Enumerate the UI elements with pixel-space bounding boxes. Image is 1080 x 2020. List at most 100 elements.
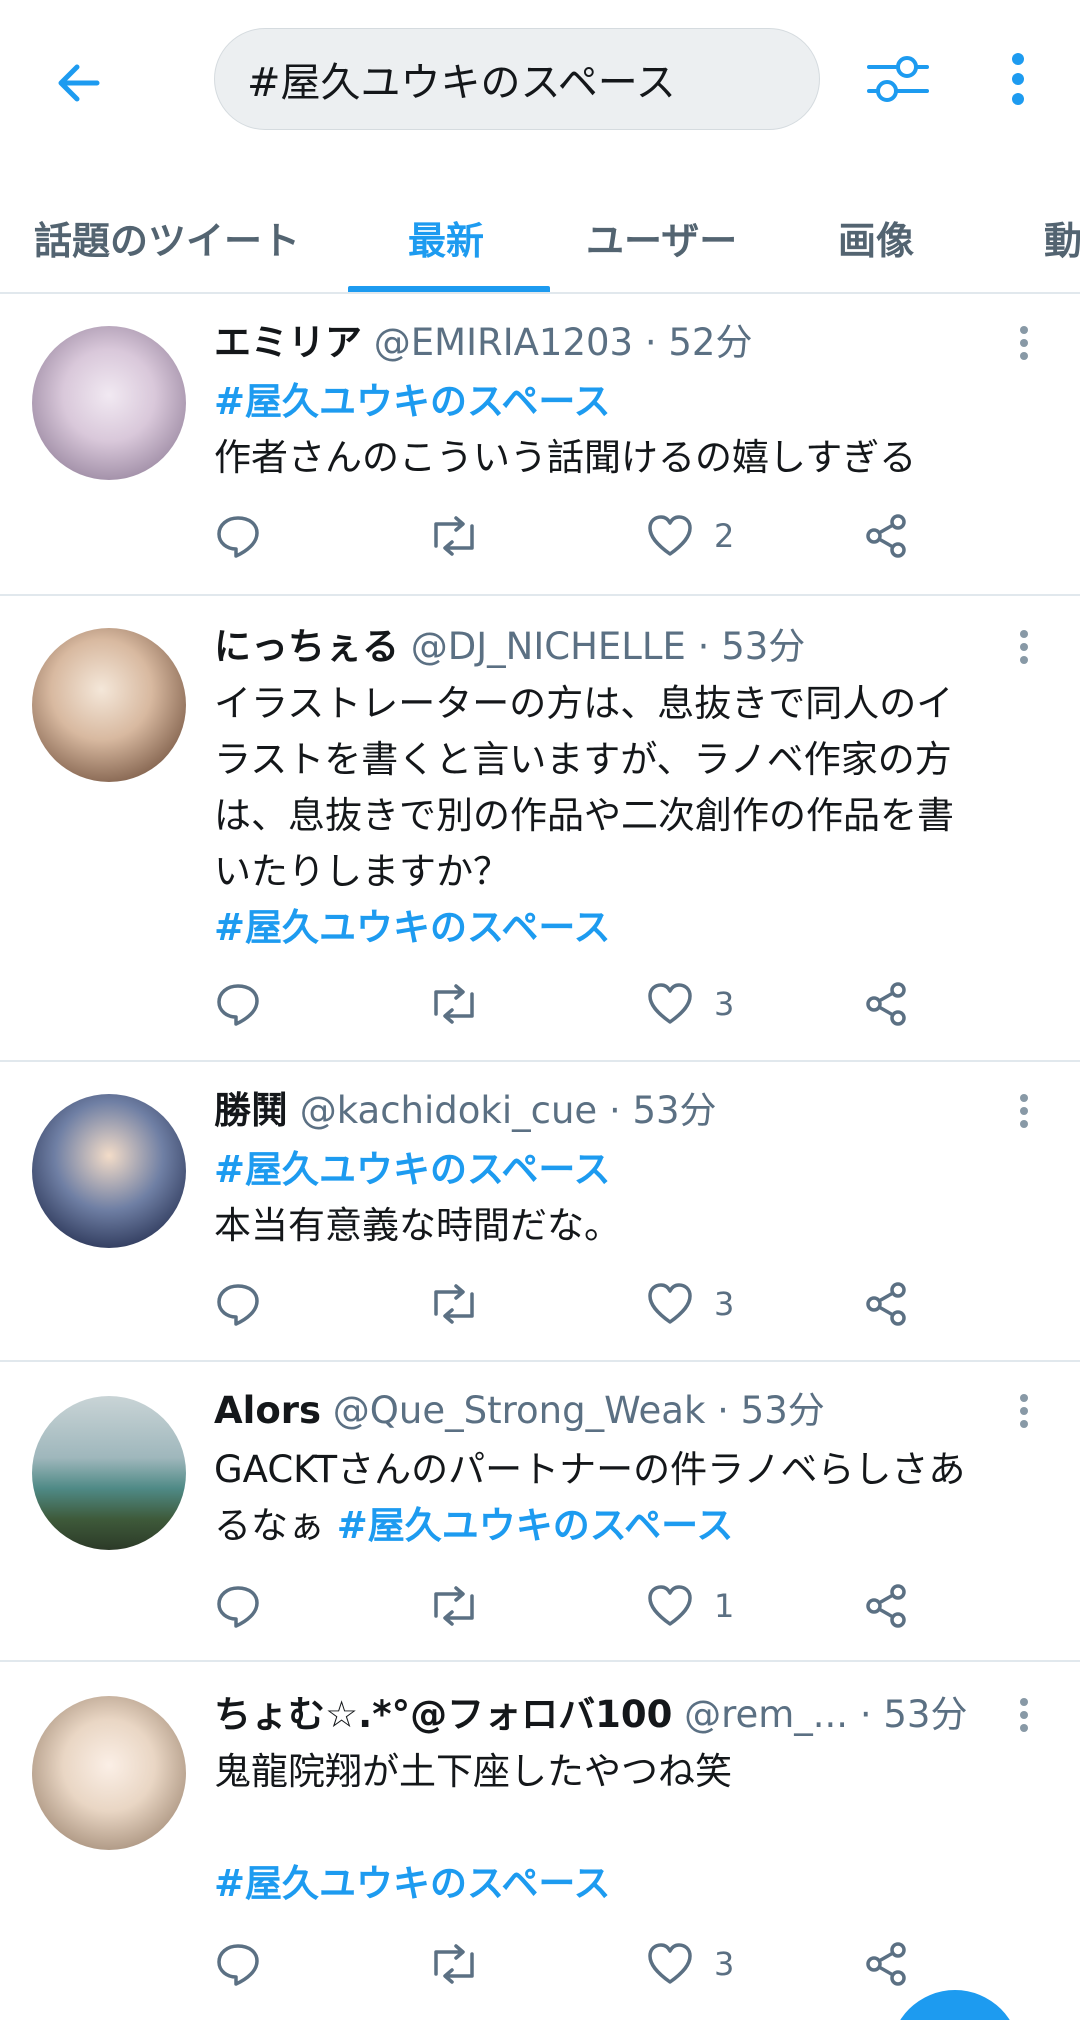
tab-videos[interactable]: 動 [1044,180,1080,292]
reply-button[interactable] [214,974,262,1034]
reply-icon [217,1586,259,1628]
like-button[interactable]: 3 [646,1934,734,1994]
hashtag-link[interactable]: #屋久ユウキのスペース [214,906,611,949]
display-name[interactable]: Alors [214,1389,321,1432]
user-handle[interactable]: @EMIRIA1203 [374,321,633,364]
share-icon [866,1282,906,1326]
tweet-line [214,1800,1034,1856]
reply-button[interactable] [214,1274,262,1334]
share-icon [866,1942,906,1986]
display-name[interactable]: 勝鬨 [214,1089,288,1132]
display-name[interactable]: にっちぇる [214,625,399,668]
tweet-actions: 3 [214,1274,1034,1334]
like-count: 3 [714,1285,735,1323]
like-button[interactable]: 1 [646,1576,734,1636]
tweet-time: · 53分 [697,625,806,668]
retweet-button[interactable] [426,506,482,566]
tweet-line: るなぁ [214,1504,325,1547]
like-count: 3 [714,985,735,1023]
search-query: #屋久ユウキのスペース [247,60,676,106]
tweet[interactable]: ちょむ☆.*°@フォロバ100 @rem_... · 53分 鬼龍院翔が土下座し… [0,1662,1080,2020]
tweet-text: #屋久ユウキのスペース 本当有意義な時間だな。 [214,1142,1034,1254]
more-options-button[interactable] [990,46,1046,112]
reply-button[interactable] [214,1934,262,1994]
search-tabs: 話題のツイート 最新 ユーザー 画像 動 [0,180,1080,294]
tweet-header: にっちぇる @DJ_NICHELLE · 53分 [214,622,805,672]
tweet-actions: 3 [214,974,1034,1034]
tweet-line: は、息抜きで別の作品や二次創作の作品を書 [214,794,954,837]
hashtag-link[interactable]: #屋久ユウキのスペース [214,1862,611,1905]
avatar[interactable] [32,1094,186,1248]
tweet[interactable]: にっちぇる @DJ_NICHELLE · 53分 イラストレーターの方は、息抜き… [0,596,1080,1062]
tab-top-tweets[interactable]: 話題のツイート [34,180,300,292]
tweet[interactable]: エミリア @EMIRIA1203 · 52分 #屋久ユウキのスペース 作者さんの… [0,296,1080,596]
back-button[interactable] [44,48,114,118]
like-button[interactable]: 3 [646,1274,734,1334]
display-name[interactable]: ちょむ☆.*°@フォロバ100 [214,1693,672,1736]
like-button[interactable]: 2 [646,506,734,566]
reply-icon [217,1944,259,1986]
display-name[interactable]: エミリア [214,321,362,364]
hashtag-link[interactable]: #屋久ユウキのスペース [214,380,611,423]
back-arrow-icon [58,64,100,102]
vertical-dots-icon [1020,1698,1028,1732]
retweet-icon [434,1586,474,1626]
user-handle[interactable]: @rem_... [684,1693,848,1736]
tweet-header: 勝鬨 @kachidoki_cue · 53分 [214,1086,717,1136]
reply-button[interactable] [214,1576,262,1636]
hashtag-link[interactable]: #屋久ユウキのスペース [337,1504,734,1547]
tweet-actions: 3 [214,1934,1034,1994]
share-icon [866,514,906,558]
vertical-dots-icon [1020,1394,1028,1428]
share-button[interactable] [862,506,910,566]
like-count: 2 [714,517,735,555]
tweet-menu-button[interactable] [1010,1086,1038,1136]
retweet-icon [434,516,474,556]
share-button[interactable] [862,1576,910,1636]
user-handle[interactable]: @DJ_NICHELLE [411,625,686,668]
retweet-button[interactable] [426,1576,482,1636]
reply-button[interactable] [214,506,262,566]
tab-users[interactable]: ユーザー [586,180,737,292]
tweet-line: 本当有意義な時間だな。 [214,1204,621,1247]
share-button[interactable] [862,1274,910,1334]
share-button[interactable] [862,1934,910,1994]
tab-images[interactable]: 画像 [838,180,914,292]
avatar[interactable] [32,326,186,480]
vertical-dots-icon [1020,630,1028,664]
user-handle[interactable]: @kachidoki_cue [300,1089,597,1132]
retweet-icon [434,1284,474,1324]
retweet-icon [434,1944,474,1984]
like-count: 3 [714,1945,735,1983]
tweet-menu-button[interactable] [1010,1386,1038,1436]
tweet-menu-button[interactable] [1010,1690,1038,1740]
tweet-time: · 53分 [608,1089,717,1132]
retweet-button[interactable] [426,1274,482,1334]
like-button[interactable]: 3 [646,974,734,1034]
tweet-line: イラストレーターの方は、息抜きで同人のイ [214,682,954,725]
tab-latest[interactable]: 最新 [408,180,484,292]
search-input[interactable]: #屋久ユウキのスペース [214,28,820,130]
tweet-text: #屋久ユウキのスペース 作者さんのこういう話聞けるの嬉しすぎる [214,374,1034,486]
hashtag-link[interactable]: #屋久ユウキのスペース [214,1148,611,1191]
tweet[interactable]: 勝鬨 @kachidoki_cue · 53分 #屋久ユウキのスペース 本当有意… [0,1062,1080,1362]
avatar[interactable] [32,1696,186,1850]
search-filter-button[interactable] [860,46,936,112]
heart-icon [648,1283,692,1324]
tweet-header: ちょむ☆.*°@フォロバ100 @rem_... · 53分 [214,1690,967,1740]
vertical-dots-icon [1020,1094,1028,1128]
user-handle[interactable]: @Que_Strong_Weak [333,1389,706,1432]
retweet-button[interactable] [426,1934,482,1994]
tweet-menu-button[interactable] [1010,318,1038,368]
tweet-text: 鬼龍院翔が土下座したやつね笑 #屋久ユウキのスペース [214,1744,1034,1912]
sliders-icon [867,56,929,102]
share-button[interactable] [862,974,910,1034]
vertical-dots-icon [1012,53,1024,105]
avatar[interactable] [32,1396,186,1550]
tweet-menu-button[interactable] [1010,622,1038,672]
retweet-button[interactable] [426,974,482,1034]
heart-icon [648,983,692,1024]
tweet-line: いたりしますか？ [214,850,510,893]
tweet[interactable]: Alors @Que_Strong_Weak · 53分 GACKTさんのパート… [0,1362,1080,1662]
avatar[interactable] [32,628,186,782]
